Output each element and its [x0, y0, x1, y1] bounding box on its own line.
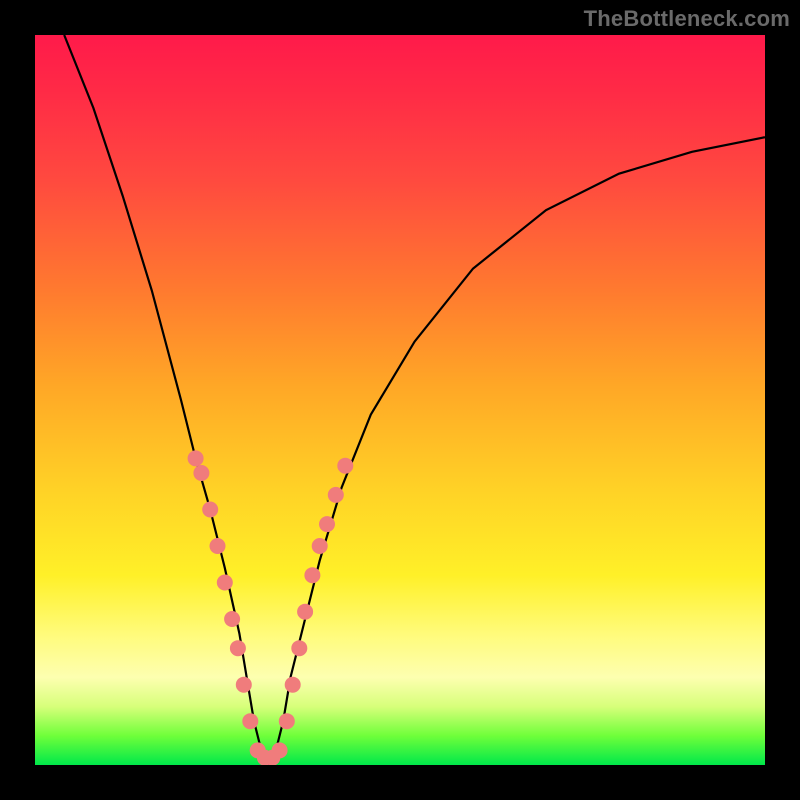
- marker-dot: [188, 450, 204, 466]
- marker-dot: [217, 575, 233, 591]
- marker-dot: [297, 604, 313, 620]
- marker-dot: [224, 611, 240, 627]
- marker-dot: [210, 538, 226, 554]
- watermark-text: TheBottleneck.com: [584, 6, 790, 32]
- marker-dot: [279, 713, 295, 729]
- chart-svg: [35, 35, 765, 765]
- marker-group: [188, 450, 354, 765]
- marker-dot: [337, 458, 353, 474]
- marker-dot: [285, 677, 301, 693]
- marker-dot: [319, 516, 335, 532]
- marker-dot: [202, 502, 218, 518]
- marker-dot: [242, 713, 258, 729]
- curve-path: [64, 35, 765, 765]
- chart-frame: TheBottleneck.com: [0, 0, 800, 800]
- marker-dot: [291, 640, 307, 656]
- marker-dot: [312, 538, 328, 554]
- marker-dot: [236, 677, 252, 693]
- marker-dot: [230, 640, 246, 656]
- marker-dot: [328, 487, 344, 503]
- plot-area: [35, 35, 765, 765]
- marker-dot: [272, 742, 288, 758]
- marker-dot: [304, 567, 320, 583]
- marker-dot: [193, 465, 209, 481]
